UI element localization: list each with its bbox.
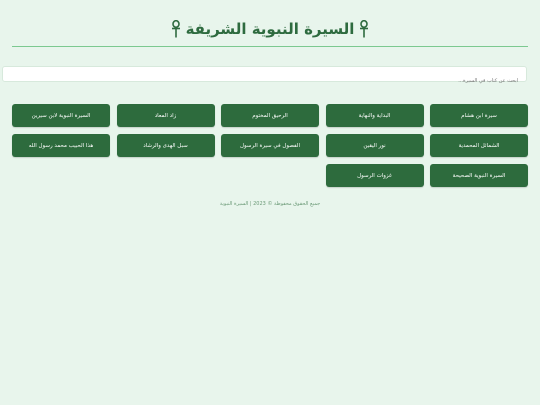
page-title-row: السيرة النبوية الشريفة [12,18,528,40]
search-box [2,66,527,88]
book-button[interactable]: الرحيق المختوم [221,104,319,127]
search-input[interactable] [3,74,526,88]
books-grid: سيرة ابن هشام البداية والنهاية الرحيق ال… [11,104,528,187]
book-button[interactable]: السيرة النبوية لابن سيرين [12,104,110,127]
book-button[interactable]: الشمائل المحمدية [430,134,528,157]
footer-copyright: جميع الحقوق محفوظة © 2023 | السيرة النبو… [219,201,321,207]
book-button[interactable]: سيرة ابن هشام [430,104,528,127]
book-button[interactable]: هذا الحبيب محمد رسول الله [12,134,110,157]
book-button[interactable]: سبل الهدى والرشاد [116,134,215,157]
header-divider [12,46,528,47]
ankh-icon [171,20,180,38]
book-button[interactable]: نور اليقين [325,134,424,157]
ankh-icon [360,20,369,38]
page-header: السيرة النبوية الشريفة [12,18,528,40]
book-button[interactable]: الفصول في سيرة الرسول [221,134,319,157]
book-button[interactable]: السيرة النبوية الصحيحة [430,164,528,187]
book-button[interactable]: زاد المعاد [116,104,215,127]
page-title: السيرة النبوية الشريفة [185,20,355,38]
book-button[interactable]: غزوات الرسول [325,164,424,187]
book-button[interactable]: البداية والنهاية [325,104,424,127]
